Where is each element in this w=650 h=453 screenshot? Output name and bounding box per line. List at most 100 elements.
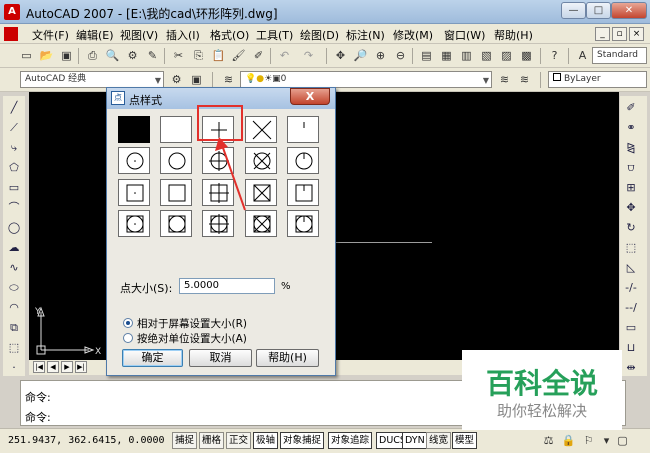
markup-icon[interactable]: ▨ xyxy=(498,48,515,64)
mdi-restore-button[interactable]: ▫ xyxy=(612,27,627,41)
text-style-select[interactable]: Standard xyxy=(592,47,647,64)
ortho-toggle[interactable]: 正交 xyxy=(226,432,252,449)
menu-help[interactable]: 帮助(H) xyxy=(494,27,533,43)
move-icon[interactable]: ✥ xyxy=(622,200,640,216)
point-style-circle-tick[interactable] xyxy=(287,147,319,174)
chamfer-icon[interactable]: ⇹ xyxy=(622,360,640,376)
erase-icon[interactable]: ✐ xyxy=(622,100,640,116)
zoom-realtime-icon[interactable]: 🔎 xyxy=(352,48,369,64)
arc-icon[interactable]: ⌒ xyxy=(5,200,23,216)
polyline-icon[interactable]: ⤷ xyxy=(5,140,23,156)
menu-file[interactable]: 文件(F) xyxy=(32,27,69,43)
layer-manager-icon[interactable]: ≋ xyxy=(220,72,237,88)
spline-icon[interactable]: ∿ xyxy=(5,260,23,276)
absolute-size-radio[interactable]: 按绝对单位设置大小(A) xyxy=(123,331,247,346)
insert-block-icon[interactable]: ⧉ xyxy=(5,320,23,336)
dialog-close-button[interactable]: X xyxy=(290,88,330,105)
help-icon[interactable]: ? xyxy=(546,48,563,64)
zoom-previous-icon[interactable]: ⊖ xyxy=(392,48,409,64)
trim-icon[interactable]: -/- xyxy=(622,280,640,296)
xline-icon[interactable]: ⟋ xyxy=(5,120,23,136)
scale-annotation-icon[interactable]: ⚖ xyxy=(540,433,557,449)
relative-size-radio[interactable]: 相对于屏幕设置大小(R) xyxy=(123,316,247,331)
break-icon[interactable]: ▭ xyxy=(622,320,640,336)
match-prop-icon[interactable]: 🖌 xyxy=(230,48,247,64)
calculator-icon[interactable]: ▩ xyxy=(518,48,535,64)
grid-toggle[interactable]: 栅格 xyxy=(199,432,225,449)
layer-previous-icon[interactable]: ≋ xyxy=(516,72,533,88)
point-style-cs[interactable] xyxy=(160,210,192,237)
menu-view[interactable]: 视图(V) xyxy=(120,27,158,43)
help-button[interactable]: 帮助(H) xyxy=(256,349,319,367)
menu-draw[interactable]: 绘图(D) xyxy=(300,27,339,43)
osnap-toggle[interactable]: 对象捕捉 xyxy=(280,432,325,449)
cancel-button[interactable]: 取消 xyxy=(189,349,252,367)
join-icon[interactable]: ⊔ xyxy=(622,340,640,356)
scale-icon[interactable]: ⬚ xyxy=(622,240,640,256)
next-tab-button[interactable]: ▶ xyxy=(61,361,73,373)
circle-icon[interactable]: ◯ xyxy=(5,220,23,236)
menu-insert[interactable]: 插入(I) xyxy=(166,27,200,43)
design-center-icon[interactable]: ▦ xyxy=(438,48,455,64)
menu-format[interactable]: 格式(O) xyxy=(210,27,249,43)
block-editor-icon[interactable]: ✐ xyxy=(250,48,267,64)
offset-icon[interactable]: ⩌ xyxy=(622,160,640,176)
clean-screen-icon[interactable]: ▢ xyxy=(614,433,631,449)
mdi-close-button[interactable]: × xyxy=(629,27,644,41)
plot-icon[interactable]: ✎ xyxy=(144,48,161,64)
lineweight-toggle[interactable]: 线宽 xyxy=(426,432,452,449)
point-style-cs-tick[interactable] xyxy=(287,210,319,237)
point-style-circle-dot[interactable] xyxy=(118,147,150,174)
ellipse-icon[interactable]: ⬭ xyxy=(5,280,23,296)
polygon-icon[interactable]: ⬠ xyxy=(5,160,23,176)
pan-icon[interactable]: ✥ xyxy=(332,48,349,64)
comm-center-icon[interactable]: ⚐ xyxy=(580,433,597,449)
publish-icon[interactable]: ⚙ xyxy=(124,48,141,64)
minimize-button[interactable]: — xyxy=(561,2,586,19)
dyn-toggle[interactable]: DYN xyxy=(402,432,428,449)
point-style-blank[interactable] xyxy=(160,116,192,143)
preview-icon[interactable]: 🔍 xyxy=(104,48,121,64)
otrack-toggle[interactable]: 对象追踪 xyxy=(328,432,373,449)
make-current-layer-icon[interactable]: ≋ xyxy=(496,72,513,88)
first-tab-button[interactable]: |◀ xyxy=(33,361,45,373)
line-icon[interactable]: ╱ xyxy=(5,100,23,116)
command-prompt[interactable]: 命令: xyxy=(25,409,51,425)
lock-icon[interactable]: 🔒 xyxy=(560,433,577,449)
polar-toggle[interactable]: 极轴 xyxy=(253,432,279,449)
ellipse-arc-icon[interactable]: ◠ xyxy=(5,300,23,316)
make-block-icon[interactable]: ⬚ xyxy=(5,340,23,356)
model-toggle[interactable]: 模型 xyxy=(452,432,478,449)
close-button[interactable]: ✕ xyxy=(611,2,647,19)
point-icon[interactable]: · xyxy=(5,360,23,376)
prev-tab-button[interactable]: ◀ xyxy=(47,361,59,373)
workspace-save-icon[interactable]: ▣ xyxy=(188,72,205,88)
save-icon[interactable]: ▣ xyxy=(58,48,75,64)
cut-icon[interactable]: ✂ xyxy=(170,48,187,64)
point-style-square-dot[interactable] xyxy=(118,179,150,206)
point-style-square-tick[interactable] xyxy=(287,179,319,206)
status-menu-icon[interactable]: ▾ xyxy=(598,433,615,449)
last-tab-button[interactable]: ▶| xyxy=(75,361,87,373)
tool-palettes-icon[interactable]: ▥ xyxy=(458,48,475,64)
point-style-square[interactable] xyxy=(160,179,192,206)
point-style-cs-dot[interactable] xyxy=(118,210,150,237)
menu-edit[interactable]: 编辑(E) xyxy=(76,27,114,43)
print-icon[interactable]: ⎙ xyxy=(84,48,101,64)
extend-icon[interactable]: --/ xyxy=(622,300,640,316)
array-icon[interactable]: ⊞ xyxy=(622,180,640,196)
workspace-settings-icon[interactable]: ⚙ xyxy=(168,72,185,88)
menu-window[interactable]: 窗口(W) xyxy=(444,27,485,43)
point-style-circle[interactable] xyxy=(160,147,192,174)
mirror-icon[interactable]: ⧎ xyxy=(622,140,640,156)
point-style-tick[interactable] xyxy=(287,116,319,143)
copy-icon[interactable]: ⎘ xyxy=(190,48,207,64)
rectangle-icon[interactable]: ▭ xyxy=(5,180,23,196)
stretch-icon[interactable]: ◺ xyxy=(622,260,640,276)
point-style-dot[interactable] xyxy=(118,116,150,143)
new-icon[interactable]: ▭ xyxy=(18,48,35,64)
workspace-select[interactable]: AutoCAD 经典 ▼ xyxy=(20,71,164,88)
copy-object-icon[interactable]: ⚭ xyxy=(622,120,640,136)
revcloud-icon[interactable]: ☁ xyxy=(5,240,23,256)
snap-toggle[interactable]: 捕捉 xyxy=(172,432,198,449)
